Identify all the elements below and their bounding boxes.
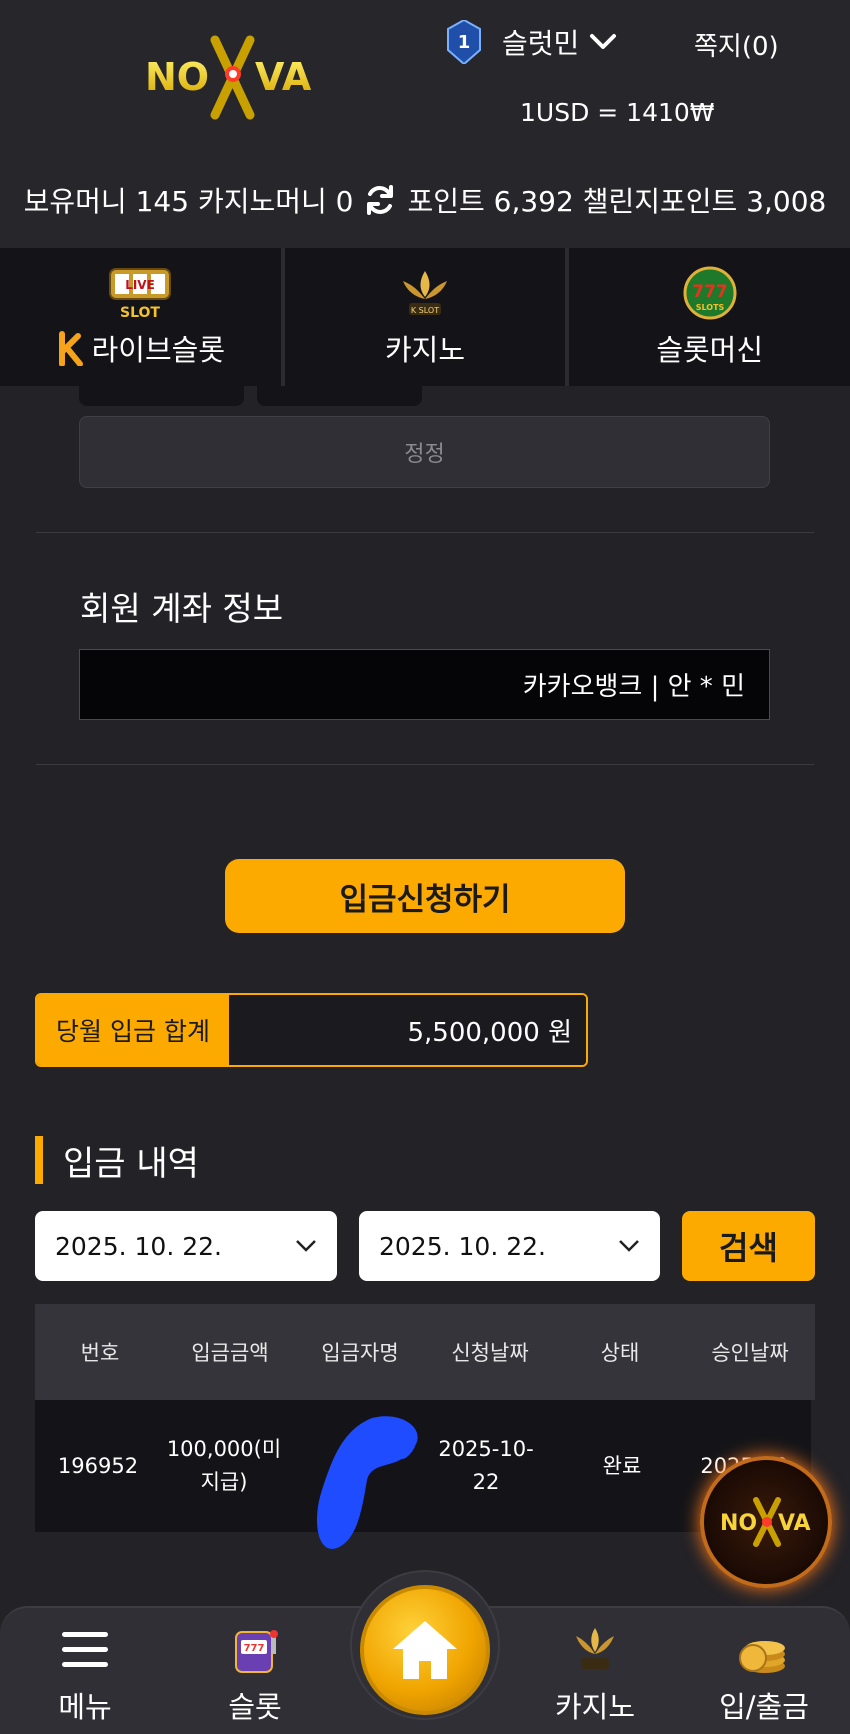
cell-id: 196952 xyxy=(57,1453,139,1478)
k-logo-icon xyxy=(58,331,83,366)
column-header: 승인날짜 xyxy=(711,1341,789,1365)
floating-nova-button[interactable]: NO VA xyxy=(700,1456,832,1588)
tab-casino-label: 카지노 xyxy=(384,333,466,367)
svg-text:1: 1 xyxy=(458,32,471,53)
date-from-select[interactable]: 2025. 10. 22. xyxy=(35,1211,337,1281)
k-slot-icon xyxy=(576,1628,614,1669)
tab-casino[interactable]: K SLOT 카지노 xyxy=(285,248,570,386)
nav-slot-label: 슬롯 xyxy=(228,1690,282,1724)
divider xyxy=(36,532,814,533)
username: 슬럿민 xyxy=(502,27,580,60)
nav-deposit-withdraw[interactable]: 입/출금 xyxy=(694,1622,834,1726)
search-button[interactable]: 검색 xyxy=(682,1211,815,1281)
divider xyxy=(36,764,814,765)
svg-text:777: 777 xyxy=(692,282,728,302)
tab-live-slot[interactable]: LIVE SLOT 라이브슬롯 xyxy=(0,248,285,386)
account-info-title: 회원 계좌 정보 xyxy=(80,589,284,628)
home-icon xyxy=(393,1621,457,1679)
column-header: 번호 xyxy=(80,1341,120,1365)
messages-link[interactable]: 쪽지(0) xyxy=(694,26,779,63)
monthly-total-value: 5,500,000 원 xyxy=(229,995,586,1065)
nav-slot[interactable]: 777 슬롯 xyxy=(185,1622,325,1726)
svg-text:SLOTS: SLOTS xyxy=(695,303,724,312)
nav-menu-label: 메뉴 xyxy=(58,1690,112,1724)
exchange-rate: 1USD = 1410₩ xyxy=(520,98,715,127)
nav-casino[interactable]: 카지노 xyxy=(525,1622,665,1726)
nav-casino-label: 카지노 xyxy=(554,1690,636,1724)
coins-icon xyxy=(739,1641,785,1673)
column-header: 상태 xyxy=(600,1341,640,1365)
k-slot-icon: K SLOT xyxy=(403,271,447,315)
monthly-deposit-total: 당월 입금 합계 5,500,000 원 xyxy=(35,993,588,1067)
category-tabs: LIVE SLOT 라이브슬롯 K SLOT 카지노 777 SLOTS 슬롯머… xyxy=(0,248,850,386)
svg-text:SLOT: SLOT xyxy=(120,305,160,321)
date-to-select[interactable]: 2025. 10. 22. xyxy=(359,1211,660,1281)
account-info-field: 카카오뱅크 | 안 * 민 xyxy=(79,649,770,720)
nav-menu[interactable]: 메뉴 xyxy=(15,1622,155,1726)
redaction-scribble xyxy=(317,1416,418,1549)
column-header: 입금자명 xyxy=(321,1341,399,1365)
svg-text:K SLOT: K SLOT xyxy=(411,306,439,315)
deposit-request-button[interactable]: 입금신청하기 xyxy=(225,859,625,933)
column-header: 입금금액 xyxy=(191,1341,269,1365)
home-button[interactable] xyxy=(360,1585,490,1715)
tab-live-slot-label: 라이브슬롯 xyxy=(91,333,226,367)
point-balances: 포인트 6,392 챌린지포인트 3,008 xyxy=(407,185,827,218)
monthly-total-label: 당월 입금 합계 xyxy=(37,995,229,1065)
tab-slot-machine-label: 슬롯머신 xyxy=(656,333,764,367)
cell-amount: 100,000(미지급) xyxy=(166,1437,282,1494)
deposit-history-title: 입금 내역 xyxy=(35,1136,199,1184)
svg-text:VA: VA xyxy=(778,1511,811,1536)
column-header: 신청날짜 xyxy=(451,1341,529,1365)
live-slot-icon: LIVE SLOT xyxy=(109,268,172,321)
date-to-value: 2025. 10. 22. xyxy=(379,1231,546,1261)
svg-text:LIVE: LIVE xyxy=(126,278,156,292)
hamburger-menu-icon xyxy=(62,1632,108,1667)
cell-requested-date: 2025-10-22 xyxy=(438,1437,534,1494)
svg-text:NO: NO xyxy=(720,1511,757,1536)
chevron-down-icon xyxy=(296,1240,316,1252)
chevron-down-icon xyxy=(619,1240,639,1252)
chevron-down-icon xyxy=(590,34,617,49)
user-menu[interactable]: 슬럿민 xyxy=(502,22,617,62)
slot-machine-icon: 777 xyxy=(235,1630,278,1673)
tab-slot-machine[interactable]: 777 SLOTS 슬롯머신 xyxy=(569,248,850,386)
refresh-icon[interactable] xyxy=(363,183,397,217)
money-balances: 보유머니 145 카지노머니 0 xyxy=(23,185,354,218)
nova-logo[interactable]: NO VA xyxy=(145,30,320,125)
header: NO VA 1 슬럿민 쪽지(0) 1USD = 1410₩ 보유머니 145 … xyxy=(0,0,850,248)
svg-text:VA: VA xyxy=(255,55,312,99)
account-info-value: 카카오뱅크 | 안 * 민 xyxy=(522,672,745,702)
date-from-value: 2025. 10. 22. xyxy=(55,1231,222,1261)
balance-bar: 보유머니 145 카지노머니 0 포인트 6,392 챌린지포인트 3,008 xyxy=(0,176,850,224)
fix-button[interactable]: 정정 xyxy=(79,416,770,488)
svg-text:777: 777 xyxy=(244,1643,265,1654)
svg-text:NO: NO xyxy=(145,55,209,99)
777-slots-icon: 777 SLOTS xyxy=(683,266,737,320)
nav-deposit-withdraw-label: 입/출금 xyxy=(719,1690,809,1724)
level-badge-icon: 1 xyxy=(446,18,482,66)
cell-status: 완료 xyxy=(602,1453,642,1478)
table-header: 번호 입금금액 입금자명 신청날짜 상태 승인날짜 xyxy=(35,1304,815,1400)
